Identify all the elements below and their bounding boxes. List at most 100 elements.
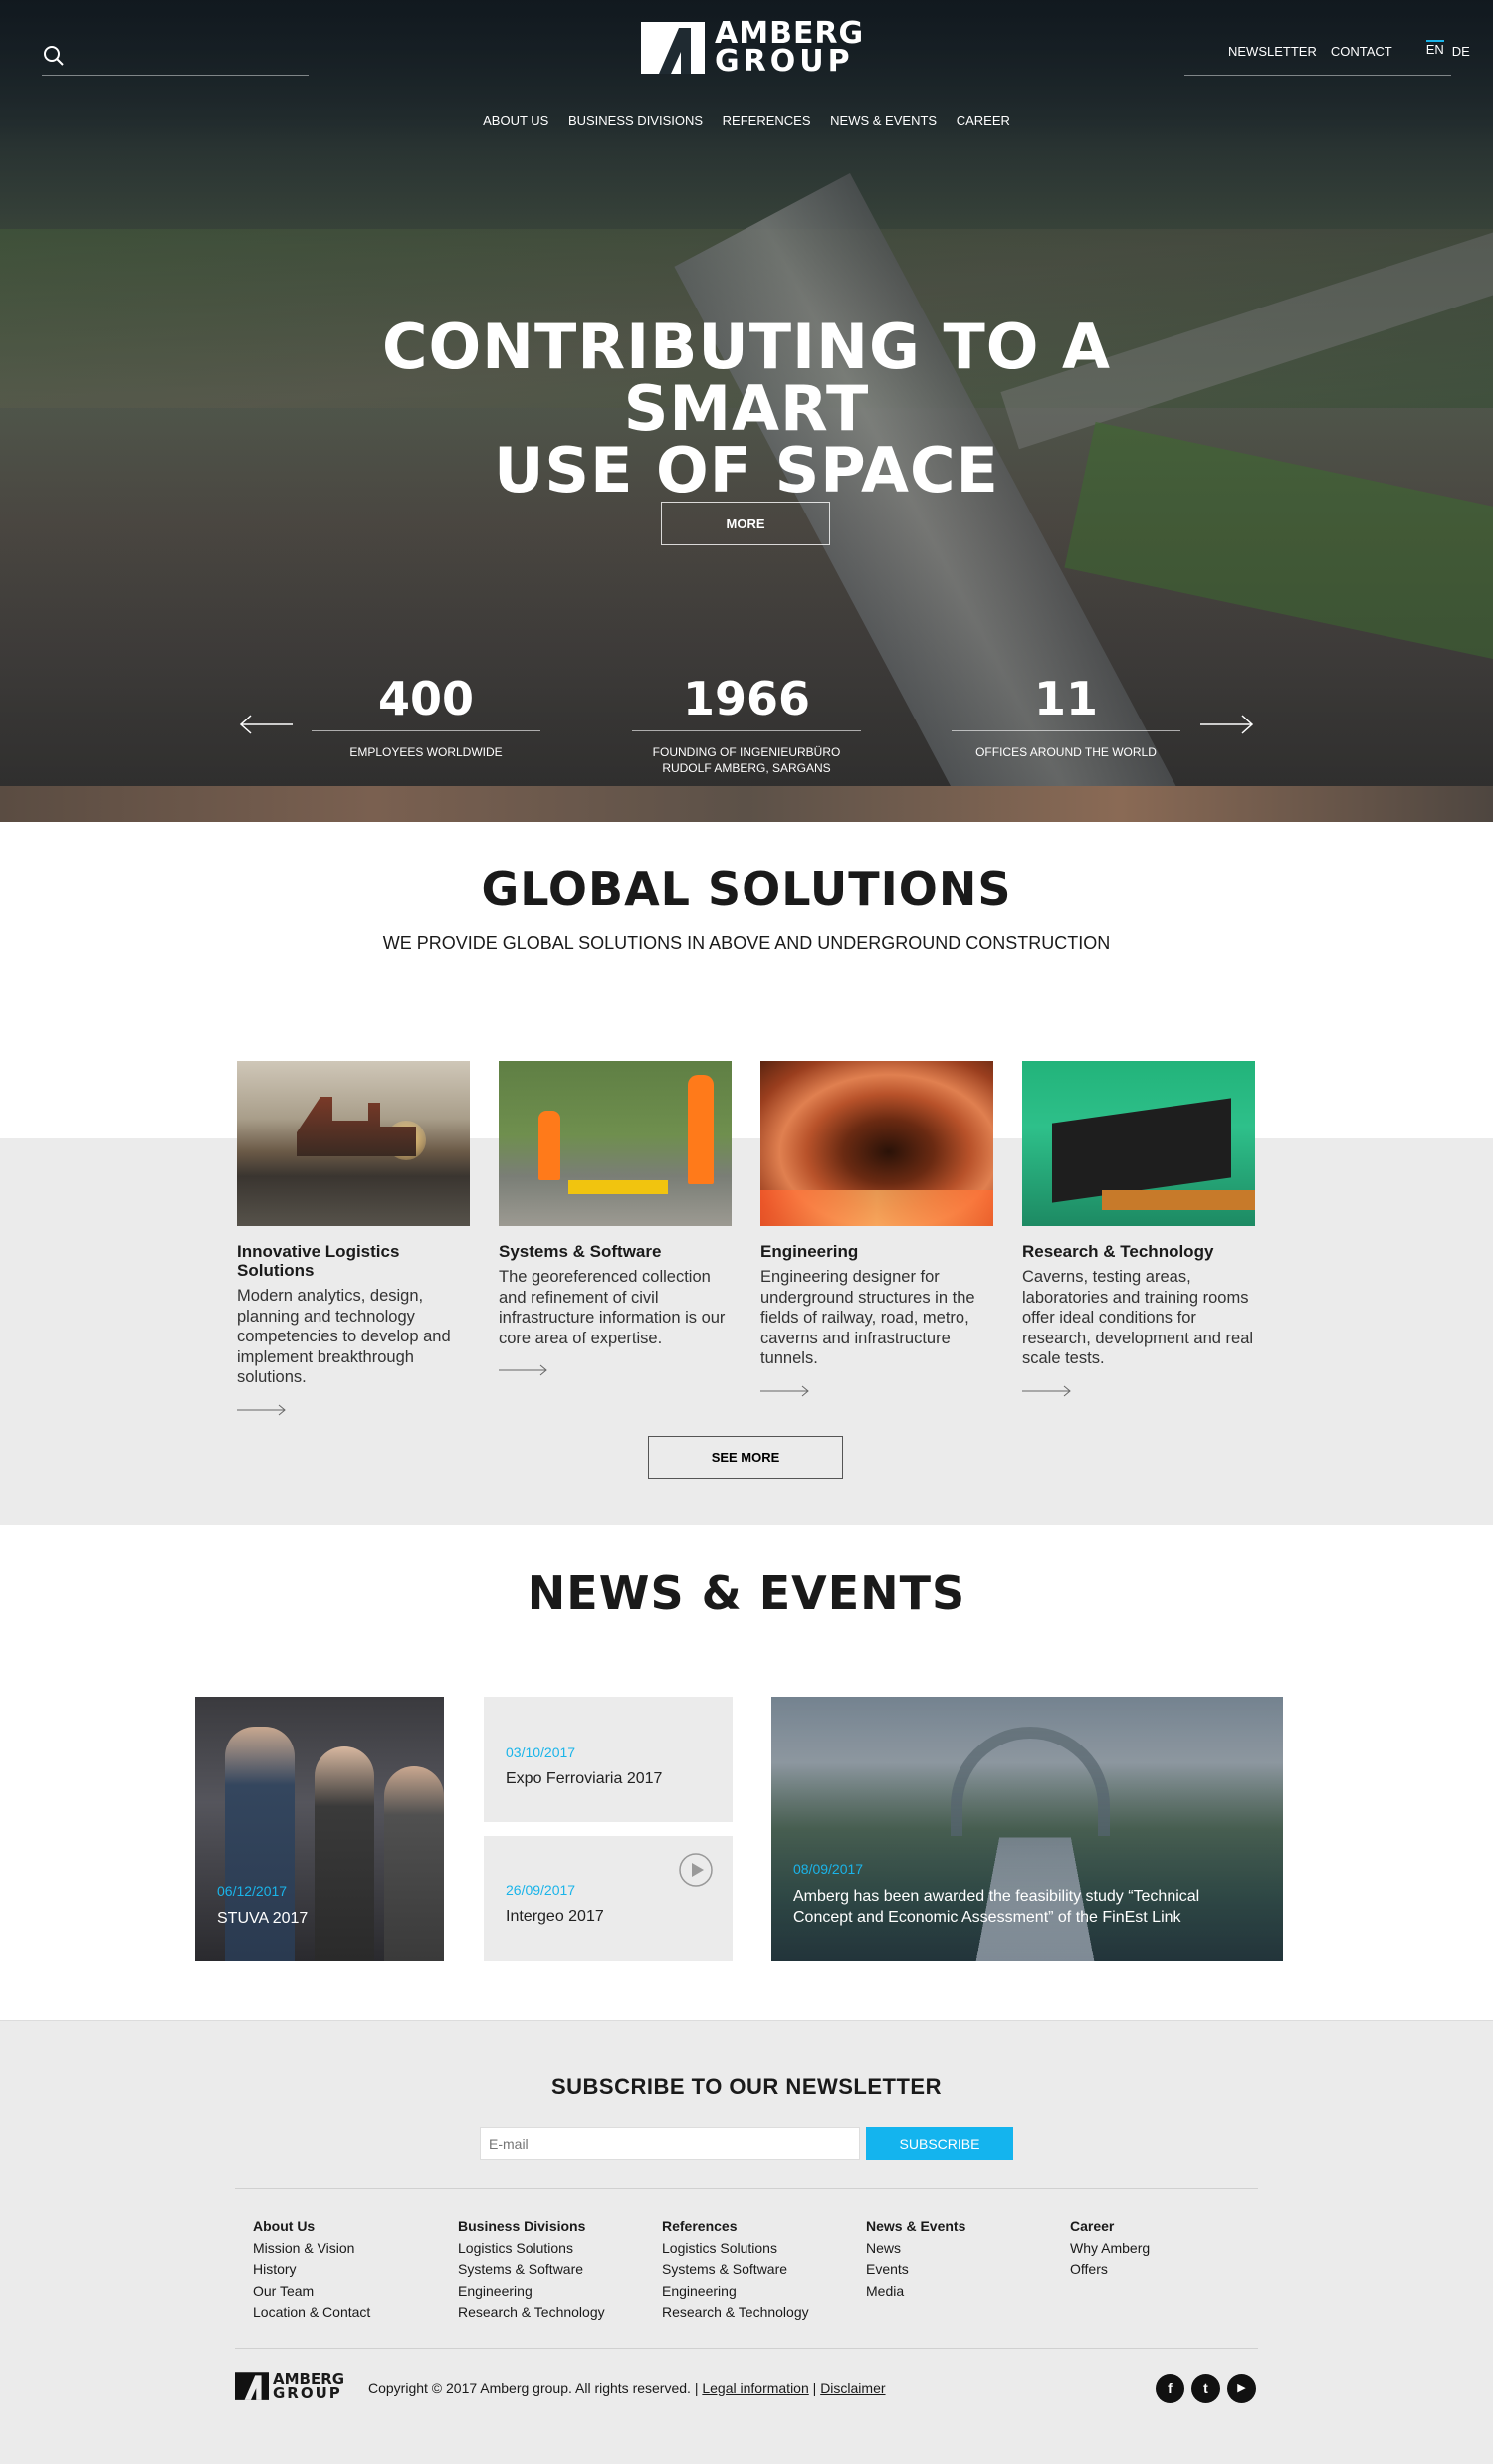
footer-link[interactable]: Location & Contact [253, 2302, 370, 2324]
hero-title-line1: CONTRIBUTING TO A SMART [381, 310, 1112, 445]
nav-about-us[interactable]: ABOUT US [483, 113, 548, 128]
hero-title: CONTRIBUTING TO A SMART USE OF SPACE [249, 316, 1244, 502]
separator: | [694, 2380, 699, 2396]
footer-divider-bottom [235, 2348, 1258, 2349]
stat-label-2: RUDOLF AMBERG, SARGANS [662, 761, 831, 775]
solution-card-research[interactable]: Research & Technology Caverns, testing a… [1022, 1061, 1255, 1402]
footer-divider-top [235, 2188, 1258, 2189]
card-arrow-icon[interactable] [499, 1364, 548, 1376]
footer-heading[interactable]: About Us [253, 2216, 370, 2238]
stat-number: 11 [1033, 672, 1098, 725]
footer-col-references: References Logistics Solutions Systems &… [662, 2216, 809, 2324]
footer-link[interactable]: Research & Technology [458, 2302, 605, 2324]
footer-link[interactable]: Engineering [662, 2281, 809, 2303]
search-icon[interactable] [42, 44, 66, 68]
global-solutions-subtitle: WE PROVIDE GLOBAL SOLUTIONS IN ABOVE AND… [382, 933, 1111, 953]
stat-number: 1966 [682, 672, 811, 725]
news-title: Intergeo 2017 [506, 1908, 604, 1925]
solution-card-logistics[interactable]: Innovative Logistics Solutions Modern an… [237, 1061, 470, 1421]
news-title: Amberg has been awarded the feasibility … [793, 1888, 1200, 1926]
newsletter-title: SUBSCRIBE TO OUR NEWSLETTER [550, 2074, 942, 2099]
footer-link[interactable]: Systems & Software [458, 2259, 605, 2281]
slider-prev-arrow-icon[interactable] [239, 715, 295, 734]
search-bar[interactable] [42, 44, 309, 76]
email-field[interactable] [480, 2127, 860, 2160]
news-card-expo[interactable]: 03/10/2017 Expo Ferroviaria 2017 [484, 1697, 733, 1822]
nav-news-events[interactable]: NEWS & EVENTS [830, 113, 937, 128]
amberg-logo-icon [641, 22, 705, 74]
stat-label: FOUNDING OF INGENIEURBÜRO [652, 745, 841, 759]
card-arrow-icon[interactable] [760, 1385, 810, 1397]
facebook-icon[interactable]: f [1156, 2374, 1184, 2403]
contact-link[interactable]: CONTACT [1331, 44, 1392, 75]
hero-title-line2: USE OF SPACE [494, 434, 999, 507]
footer-link[interactable]: Why Amberg [1070, 2238, 1150, 2260]
footer-link[interactable]: Logistics Solutions [662, 2238, 809, 2260]
card-title: Engineering [760, 1242, 859, 1261]
stat-label: EMPLOYEES WORLDWIDE [349, 745, 503, 759]
nav-business-divisions[interactable]: BUSINESS DIVISIONS [568, 113, 703, 128]
solution-card-systems[interactable]: Systems & Software The georeferenced col… [499, 1061, 732, 1381]
lang-de[interactable]: DE [1452, 44, 1470, 75]
search-input[interactable] [76, 46, 305, 72]
newsletter-link[interactable]: NEWSLETTER [1228, 44, 1317, 75]
slider-next-arrow-icon[interactable] [1198, 715, 1254, 734]
footer-logo-word2: GROUP [273, 2384, 342, 2402]
footer-heading[interactable]: News & Events [866, 2216, 965, 2238]
footer-link[interactable]: Events [866, 2259, 965, 2281]
site-logo[interactable]: AMBERG GROUP [641, 19, 864, 77]
footer-link[interactable]: Offers [1070, 2259, 1150, 2281]
lang-en[interactable]: EN [1425, 40, 1444, 75]
footer-logo[interactable]: AMBERG GROUP [235, 2372, 344, 2402]
disclaimer-link[interactable]: Disclaimer [820, 2380, 885, 2396]
nav-references[interactable]: REFERENCES [723, 113, 811, 128]
see-more-button[interactable]: SEE MORE [648, 1436, 843, 1479]
card-arrow-icon[interactable] [1022, 1385, 1072, 1397]
footer-link[interactable]: Systems & Software [662, 2259, 809, 2281]
stat-offices: 11 OFFICES AROUND THE WORLD [947, 667, 1185, 760]
legal-information-link[interactable]: Legal information [702, 2380, 808, 2396]
footer-col-career: Career Why Amberg Offers [1070, 2216, 1150, 2281]
news-date: 06/12/2017 [217, 1883, 288, 1899]
youtube-icon[interactable]: ▶ [1227, 2374, 1256, 2403]
footer-link[interactable]: Mission & Vision [253, 2238, 370, 2260]
news-card-finest[interactable]: 08/09/2017 Amberg has been awarded the f… [771, 1697, 1283, 1961]
card-description: Caverns, testing areas, laboratories and… [1022, 1268, 1254, 1367]
stat-number: 400 [377, 672, 475, 725]
twitter-icon[interactable]: t [1191, 2374, 1220, 2403]
footer-col-news: News & Events News Events Media [866, 2216, 965, 2302]
footer-link[interactable]: History [253, 2259, 370, 2281]
news-card-intergeo[interactable]: 26/09/2017 Intergeo 2017 [484, 1836, 733, 1961]
card-arrow-icon[interactable] [237, 1404, 287, 1416]
more-button[interactable]: MORE [661, 502, 830, 545]
solution-card-engineering[interactable]: Engineering Engineering designer for und… [760, 1061, 993, 1402]
footer-link[interactable]: Logistics Solutions [458, 2238, 605, 2260]
global-solutions-title: GLOBAL SOLUTIONS [481, 862, 1012, 916]
footer-link[interactable]: Media [866, 2281, 965, 2303]
footer-link[interactable]: Research & Technology [662, 2302, 809, 2324]
footer-link[interactable]: Engineering [458, 2281, 605, 2303]
footer-heading[interactable]: Business Divisions [458, 2216, 605, 2238]
footer-heading[interactable]: Career [1070, 2216, 1150, 2238]
news-card-stuva[interactable]: 06/12/2017 STUVA 2017 [195, 1697, 444, 1961]
nav-career[interactable]: CAREER [957, 113, 1010, 128]
news-date: 08/09/2017 [793, 1861, 864, 1877]
subscribe-button[interactable]: SUBSCRIBE [866, 2127, 1013, 2160]
stat-founding: 1966 FOUNDING OF INGENIEURBÜRO RUDOLF AM… [627, 667, 866, 776]
play-icon[interactable] [678, 1852, 714, 1888]
news-date: 03/10/2017 [506, 1745, 576, 1760]
copyright-text: Copyright © 2017 Amberg group. All right… [368, 2380, 691, 2396]
card-description: Engineering designer for underground str… [760, 1268, 975, 1367]
card-description: The georeferenced collection and refinem… [499, 1268, 726, 1347]
footer-heading[interactable]: References [662, 2216, 809, 2238]
research-image [1022, 1061, 1255, 1226]
footer-link[interactable]: Our Team [253, 2281, 370, 2303]
card-title: Research & Technology [1022, 1242, 1214, 1261]
amberg-logo-icon [235, 2372, 269, 2400]
language-switcher: EN DE [1425, 40, 1470, 75]
logistics-image [237, 1061, 470, 1226]
news-title: Expo Ferroviaria 2017 [506, 1770, 663, 1787]
footer-link[interactable]: News [866, 2238, 965, 2260]
stat-label: OFFICES AROUND THE WORLD [975, 745, 1157, 759]
stat-employees: 400 EMPLOYEES WORLDWIDE [307, 667, 545, 760]
